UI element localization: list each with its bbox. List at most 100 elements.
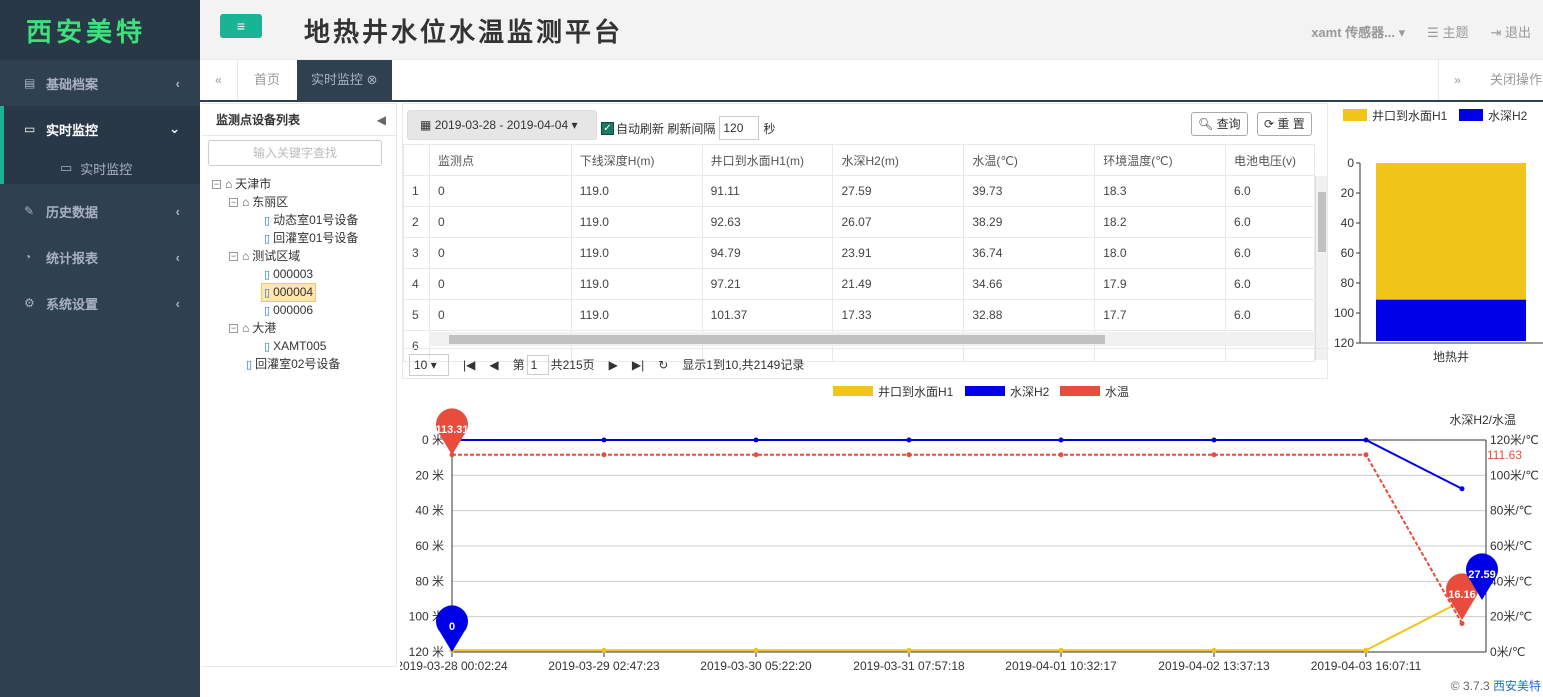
column-header[interactable]: 电池电压(v): [1225, 144, 1315, 176]
data-point: [1459, 486, 1465, 492]
tree-node[interactable]: − ⌂ 大港: [229, 319, 276, 337]
tree-node[interactable]: ▯ 回灌室02号设备: [246, 355, 340, 374]
node-label: 回灌室02号设备: [255, 357, 341, 371]
table-row[interactable]: 4 0 119.0 97.21 21.49 34.66 17.9 6.0: [403, 268, 1315, 300]
query-button[interactable]: 🔍︎ 查询: [1191, 112, 1248, 136]
table-row[interactable]: 3 0 119.0 94.79 23.91 36.74 18.0 6.0: [403, 237, 1315, 269]
right-tick-label: 80米/℃: [1490, 504, 1532, 518]
legend-swatch-h1: [1343, 109, 1367, 121]
node-label: 000004: [273, 285, 314, 299]
table-cell: 18.0: [1094, 237, 1227, 269]
page-indicator: 第 1 共215页: [513, 354, 595, 375]
tree-node[interactable]: − ⌂ 测试区域: [229, 247, 300, 265]
first-page-button[interactable]: |◀: [463, 358, 475, 372]
refresh-icon: ⟳: [1264, 117, 1275, 131]
column-header[interactable]: 监测点: [428, 144, 572, 176]
reload-icon[interactable]: ↻: [658, 358, 668, 372]
temp-end-label: 111.63: [1487, 448, 1522, 462]
column-header[interactable]: [403, 144, 430, 176]
last-page-button[interactable]: ▶|: [632, 358, 644, 372]
menu-toggle-button[interactable]: ≡: [220, 14, 262, 38]
reset-button[interactable]: ⟳ 重 置: [1257, 112, 1312, 136]
double-right-icon: »: [1454, 73, 1461, 87]
column-header[interactable]: 水温(℃): [963, 144, 1096, 176]
tab-realtime[interactable]: 实时监控 ⊗: [297, 60, 392, 100]
line-chart: 井口到水面H1 水深H2 水温水深H2/水温0 米 120米/℃20 米 100米/℃4…: [400, 385, 1539, 672]
column-header[interactable]: 水深H2(m): [832, 144, 965, 176]
prev-page-button[interactable]: ◀: [489, 358, 498, 372]
table-row[interactable]: 5 0 119.0 101.37 17.33 32.88 17.7 6.0: [403, 299, 1315, 331]
logout-button[interactable]: ⇥ 退出: [1490, 22, 1531, 41]
close-operations-button[interactable]: 关闭操作: [1476, 60, 1542, 100]
table-cell: 6.0: [1225, 299, 1315, 331]
top-bar: ≡ 地热井水位水温监测平台 xamt 传感器... ▾ ☰ 主题 ⇥ 退出: [200, 0, 1543, 60]
submenu-realtime[interactable]: ▭ 实时监控: [0, 152, 200, 184]
footer-brand[interactable]: 西安美特: [1493, 679, 1541, 693]
page-input[interactable]: 1: [526, 354, 549, 375]
left-tick-label: 40 米: [415, 504, 444, 518]
auto-refresh-checkbox[interactable]: ✓: [601, 121, 614, 135]
table-cell: 6.0: [1225, 237, 1315, 269]
node-label: 000003: [273, 267, 314, 281]
menu-realtime[interactable]: ▭ 实时监控 ⌄: [0, 106, 200, 152]
menu-basic-archive[interactable]: ▤ 基础档案 ‹: [0, 60, 200, 106]
table-cell: 4: [403, 268, 430, 300]
tree-node[interactable]: ▯ 回灌室01号设备: [264, 229, 358, 248]
book-icon: ▤: [24, 76, 36, 90]
table-cell: 18.2: [1094, 206, 1227, 238]
tree-node[interactable]: ▯ XAMT005: [264, 337, 326, 356]
tab-scroll-right-button[interactable]: »: [1438, 60, 1476, 100]
chevron-left-icon: ‹: [175, 249, 180, 265]
interval-input[interactable]: 120: [719, 116, 760, 140]
tab-home[interactable]: 首页: [240, 60, 294, 100]
user-dropdown[interactable]: xamt 传感器... ▾: [1311, 22, 1405, 41]
table-cell: 36.74: [963, 237, 1096, 269]
hamburger-icon: ≡: [236, 18, 246, 34]
tree-node-selected[interactable]: ▯ 000004: [261, 283, 317, 302]
vertical-scrollbar[interactable]: [1315, 176, 1327, 360]
table-cell: 17.33: [832, 299, 965, 331]
close-circle-icon[interactable]: ⊗: [367, 72, 378, 87]
theme-button[interactable]: ☰ 主题: [1427, 22, 1468, 41]
chevron-down-icon: ⌄: [169, 121, 180, 136]
menu-settings[interactable]: ⚙ 系统设置 ‹: [0, 280, 200, 326]
pin-temp-low-label: 16.16: [1448, 589, 1476, 601]
menu-history[interactable]: ✎ 历史数据 ‹: [0, 188, 200, 234]
tree-node[interactable]: − ⌂ 东丽区: [229, 193, 288, 211]
x-tick-label: 2019-04-03 16:07:11: [1311, 659, 1422, 672]
pencil-icon: ✎: [24, 204, 35, 218]
tab-scroll-left-button[interactable]: «: [200, 60, 238, 100]
data-point: [601, 647, 607, 653]
table-cell: 1: [403, 175, 430, 207]
data-point: [753, 452, 759, 458]
menu-label: 统计报表: [46, 250, 99, 266]
tree-node[interactable]: ▯ 000006: [264, 301, 313, 320]
date-range-picker[interactable]: ▦ 2019-03-28 - 2019-04-04 ▾: [407, 110, 597, 140]
table-row[interactable]: 2 0 119.0 92.63 26.07 38.29 18.2 6.0: [403, 206, 1315, 238]
y-tick-label: 80: [1341, 276, 1355, 290]
legend-swatch: [833, 386, 873, 396]
theme-label: 主题: [1442, 25, 1469, 40]
menu-reports[interactable]: ◔ 统计报表 ‹: [0, 234, 200, 280]
data-point: [1058, 452, 1064, 458]
left-tick-label: 20 米: [415, 468, 444, 482]
table-row[interactable]: 1 0 119.0 91.11 27.59 39.73 18.3 6.0: [403, 175, 1315, 207]
x-tick-label: 2019-04-01 10:32:17: [1005, 659, 1117, 672]
horizontal-scrollbar[interactable]: [429, 332, 1315, 346]
table-cell: 17.7: [1094, 299, 1227, 331]
column-header[interactable]: 下线深度H(m): [570, 144, 703, 176]
table-cell: 6.0: [1225, 268, 1315, 300]
column-header[interactable]: 环境温度(℃): [1094, 144, 1227, 176]
monitor-icon: ▭: [24, 122, 36, 136]
x-tick-label: 2019-03-29 02:47:23: [548, 659, 660, 672]
tree-node[interactable]: ▯ 000003: [264, 265, 313, 284]
next-page-button[interactable]: ▶: [609, 358, 618, 372]
tree-search-input[interactable]: 输入关键字查找: [208, 140, 382, 166]
pagination: 10 ▾ |◀ ◀ 第 1 共215页 ▶ ▶| ↻ 显示1到10,共2149记录: [403, 348, 1329, 380]
collapse-left-icon[interactable]: ◀: [377, 104, 386, 136]
column-header[interactable]: 井口到水面H1(m): [701, 144, 834, 176]
tree-node[interactable]: ▯ 动态室01号设备: [264, 211, 358, 230]
tree-node[interactable]: − ⌂ 天津市: [212, 175, 271, 193]
page-size-select[interactable]: 10 ▾: [409, 353, 449, 376]
table-cell: 119.0: [570, 237, 703, 269]
